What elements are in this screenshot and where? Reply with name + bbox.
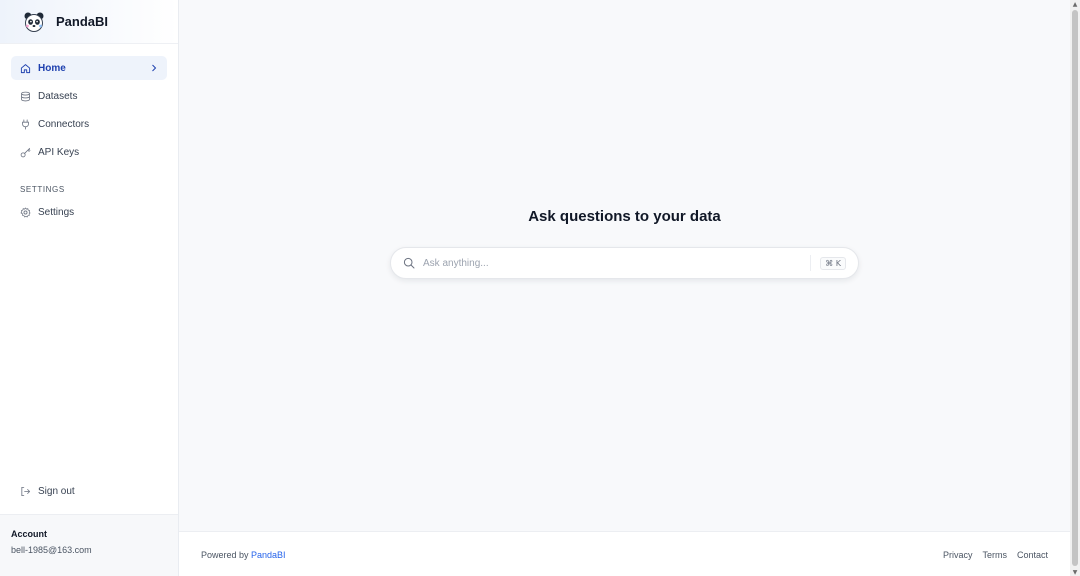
sidebar-item-home[interactable]: Home bbox=[11, 56, 167, 80]
sidebar-item-datasets[interactable]: Datasets bbox=[11, 84, 167, 108]
sidebar-item-api-keys[interactable]: API Keys bbox=[11, 140, 167, 164]
search-icon bbox=[403, 257, 415, 269]
main-content: Ask questions to your data ⌘ K Powered b… bbox=[179, 0, 1070, 576]
brand-name: PandaBI bbox=[56, 14, 109, 29]
powered-by: Powered by PandaBI bbox=[201, 550, 286, 560]
plug-icon bbox=[20, 119, 31, 130]
footer-link-terms[interactable]: Terms bbox=[982, 550, 1007, 560]
home-icon bbox=[20, 63, 31, 74]
sidebar: PandaBI Home Datasets Connectors API Key… bbox=[0, 0, 179, 576]
sidebar-item-label: Connectors bbox=[38, 118, 90, 130]
footer: Powered by PandaBI Privacy Terms Contact bbox=[179, 531, 1070, 576]
scroll-down-arrow-icon[interactable]: ▼ bbox=[1070, 568, 1080, 576]
sign-out-icon bbox=[20, 486, 31, 497]
sidebar-item-label: Settings bbox=[38, 206, 75, 218]
powered-by-text: Powered by bbox=[201, 550, 252, 560]
sidebar-item-label: Home bbox=[38, 62, 66, 74]
search-input[interactable] bbox=[423, 257, 811, 269]
sidebar-item-label: API Keys bbox=[38, 146, 80, 158]
database-icon bbox=[20, 91, 31, 102]
key-icon bbox=[20, 147, 31, 158]
powered-by-link[interactable]: PandaBI bbox=[251, 550, 286, 560]
sign-out-label: Sign out bbox=[38, 485, 75, 497]
panda-logo-icon[interactable] bbox=[22, 10, 46, 34]
sidebar-item-connectors[interactable]: Connectors bbox=[11, 112, 167, 136]
chevron-right-icon bbox=[150, 64, 158, 72]
search-divider bbox=[810, 255, 812, 271]
account-title: Account bbox=[11, 529, 47, 539]
page-title: Ask questions to your data bbox=[528, 208, 721, 225]
gear-icon bbox=[20, 207, 31, 218]
settings-section-label: SETTINGS bbox=[20, 185, 65, 194]
search-bar[interactable]: ⌘ K bbox=[390, 247, 859, 279]
footer-links: Privacy Terms Contact bbox=[943, 550, 1048, 560]
settings-nav: Settings bbox=[0, 200, 178, 224]
scrollbar-thumb[interactable] bbox=[1072, 10, 1078, 566]
scroll-up-arrow-icon[interactable]: ▲ bbox=[1070, 0, 1080, 8]
account-email: bell-1985@163.com bbox=[11, 545, 92, 555]
footer-link-privacy[interactable]: Privacy bbox=[943, 550, 973, 560]
sidebar-nav: Home Datasets Connectors API Keys bbox=[0, 44, 178, 164]
sidebar-item-label: Datasets bbox=[38, 90, 78, 102]
brand-header: PandaBI bbox=[0, 0, 178, 44]
footer-link-contact[interactable]: Contact bbox=[1017, 550, 1048, 560]
keyboard-shortcut-badge: ⌘ K bbox=[820, 256, 846, 270]
sidebar-item-settings[interactable]: Settings bbox=[11, 200, 167, 224]
account-panel: Account bell-1985@163.com bbox=[0, 514, 178, 576]
scrollbar[interactable]: ▲ ▼ bbox=[1070, 0, 1080, 576]
sign-out-button[interactable]: Sign out bbox=[11, 479, 167, 503]
